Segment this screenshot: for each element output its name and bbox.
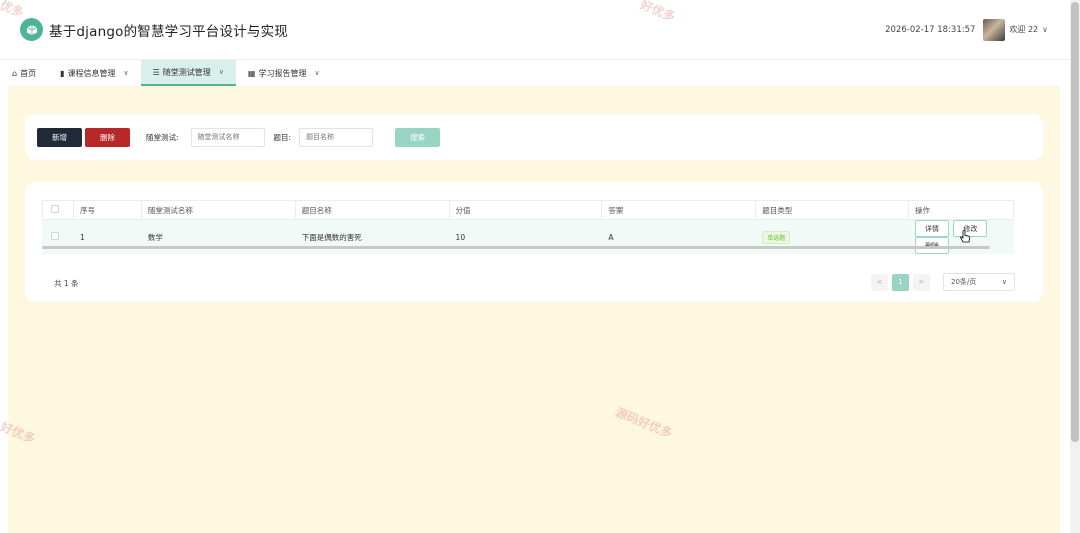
search-button[interactable]: 搜索 <box>395 127 441 147</box>
test-name-input[interactable] <box>190 127 265 147</box>
brand: 基于django的智慧学习平台设计与实现 <box>20 18 288 41</box>
header-score: 分值 <box>448 200 603 220</box>
chevron-down-icon: ∨ <box>218 68 224 76</box>
delete-button[interactable]: 删除 <box>85 127 130 147</box>
avatar[interactable] <box>983 18 1006 41</box>
nav-item-label: 学习报告管理 <box>258 68 307 78</box>
page-size-value: 20条/页 <box>951 278 977 286</box>
nav-item-test[interactable]: ☰ 随堂测试管理 ∨ <box>140 60 236 86</box>
page-size-select[interactable]: 20条/页 ∨ <box>943 273 1015 291</box>
nav-item-report[interactable]: ▦ 学习报告管理 ∨ <box>236 60 332 86</box>
row-checkbox[interactable] <box>51 232 59 240</box>
book-icon: ▮ <box>60 68 65 78</box>
total-count: 共 1 条 <box>54 279 79 288</box>
nav-item-home[interactable]: ⌂ 首页 <box>0 60 48 86</box>
chevron-down-icon[interactable]: ∨ <box>1042 25 1048 34</box>
test-name-label: 随堂测试: <box>146 132 179 142</box>
main-content: 新增 删除 随堂测试: 题目: 搜索 序号 随堂测试名称 题目名称 分值 答案 … <box>8 86 1060 533</box>
page-number-button[interactable]: 1 <box>892 273 909 291</box>
nav-item-label: 课程信息管理 <box>67 68 116 78</box>
question-label: 题目: <box>273 132 292 142</box>
pagination: < 1 > 20条/页 ∨ <box>871 273 1015 291</box>
app-title: 基于django的智慧学习平台设计与实现 <box>49 23 288 40</box>
header-seq: 序号 <box>72 200 142 220</box>
header-type: 题目类型 <box>755 200 910 220</box>
type-tag: 单选题 <box>762 230 791 244</box>
nav-item-label: 首页 <box>20 68 37 78</box>
grid-icon: ▦ <box>247 68 256 78</box>
question-input[interactable] <box>299 127 374 147</box>
chevron-down-icon: ∨ <box>123 69 129 77</box>
top-nav: ⌂ 首页 ▮ 课程信息管理 ∨ ☰ 随堂测试管理 ∨ ▦ 学习报告管理 ∨ <box>0 59 1070 86</box>
next-page-button[interactable]: > <box>913 273 930 291</box>
list-icon: ☰ <box>152 67 160 77</box>
hand-cursor-icon <box>960 230 970 243</box>
table-panel: 序号 随堂测试名称 题目名称 分值 答案 题目类型 操作 1 数学 下面是偶数的… <box>25 182 1043 302</box>
prev-page-button[interactable]: < <box>871 273 888 291</box>
app-logo-icon <box>20 18 43 41</box>
header-test-name: 随堂测试名称 <box>140 200 296 220</box>
page-scrollbar-thumb[interactable] <box>1071 2 1079 442</box>
header-question: 题目名称 <box>294 200 450 220</box>
table-header-row: 序号 随堂测试名称 题目名称 分值 答案 题目类型 操作 <box>42 200 1014 220</box>
app-header: 基于django的智慧学习平台设计与实现 2026-02-17 18:31:57… <box>0 0 1070 59</box>
datetime: 2026-02-17 18:31:57 <box>885 24 976 35</box>
welcome-text[interactable]: 欢迎 22 <box>1009 24 1038 35</box>
table-horizontal-scrollbar[interactable] <box>42 246 990 249</box>
nav-item-course[interactable]: ▮ 课程信息管理 ∨ <box>48 60 141 86</box>
detail-button[interactable]: 详情 <box>915 220 950 237</box>
user-area[interactable]: 2026-02-17 18:31:57 欢迎 22 ∨ <box>885 18 1048 41</box>
select-all-checkbox[interactable] <box>51 205 59 213</box>
home-icon: ⌂ <box>12 68 18 78</box>
header-actions: 操作 <box>908 200 1014 220</box>
header-answer: 答案 <box>601 200 757 220</box>
chevron-down-icon: ∨ <box>1001 278 1007 286</box>
nav-item-label: 随堂测试管理 <box>162 67 211 77</box>
select-all-cell[interactable] <box>42 200 74 220</box>
page-scrollbar[interactable] <box>1070 0 1080 533</box>
add-button[interactable]: 新增 <box>37 127 82 147</box>
chevron-down-icon: ∨ <box>314 69 320 77</box>
search-panel: 新增 删除 随堂测试: 题目: 搜索 <box>25 114 1043 160</box>
